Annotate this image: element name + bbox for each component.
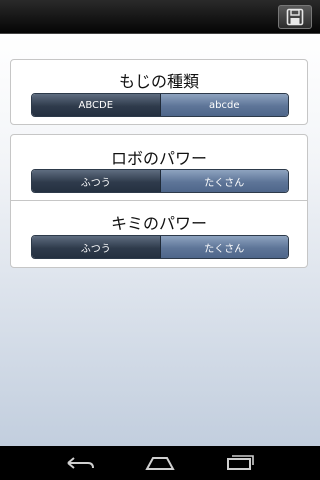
your-power-segmented-control: ふつう たくさん xyxy=(31,235,289,259)
robot-power-segmented-control: ふつう たくさん xyxy=(31,169,289,193)
top-action-bar xyxy=(0,0,320,34)
back-icon xyxy=(67,457,94,469)
character-type-segmented-control: ABCDE abcde xyxy=(31,93,289,117)
robot-power-option-much[interactable]: たくさん xyxy=(159,170,288,192)
robot-power-option-normal[interactable]: ふつう xyxy=(32,170,160,192)
your-power-option-normal[interactable]: ふつう xyxy=(32,236,160,258)
system-navigation-bar xyxy=(0,446,320,480)
panel-title-character-type: もじの種類 xyxy=(118,72,199,91)
save-button[interactable] xyxy=(278,5,312,29)
save-icon xyxy=(286,8,304,26)
recent-apps-icon xyxy=(227,455,254,470)
panel-power-group: ロボのパワー ふつう たくさん キミのパワー ふつう たくさん xyxy=(10,134,308,268)
character-type-option-lowercase[interactable]: abcde xyxy=(159,94,288,116)
panel-your-power: キミのパワー ふつう たくさん xyxy=(11,202,307,268)
home-icon xyxy=(145,457,175,470)
your-power-option-much[interactable]: たくさん xyxy=(159,236,288,258)
panel-robot-power: ロボのパワー ふつう たくさん xyxy=(11,135,307,201)
character-type-option-uppercase[interactable]: ABCDE xyxy=(32,94,160,116)
settings-content: もじの種類 ABCDE abcde ロボのパワー ふつう たくさん キミのパワー… xyxy=(0,34,320,446)
recent-apps-button[interactable] xyxy=(220,451,260,475)
panel-title-your-power: キミのパワー xyxy=(110,214,207,233)
panel-title-robot-power: ロボのパワー xyxy=(110,149,207,168)
home-button[interactable] xyxy=(140,451,180,475)
panel-character-type: もじの種類 ABCDE abcde xyxy=(10,59,308,125)
back-button[interactable] xyxy=(60,451,100,475)
